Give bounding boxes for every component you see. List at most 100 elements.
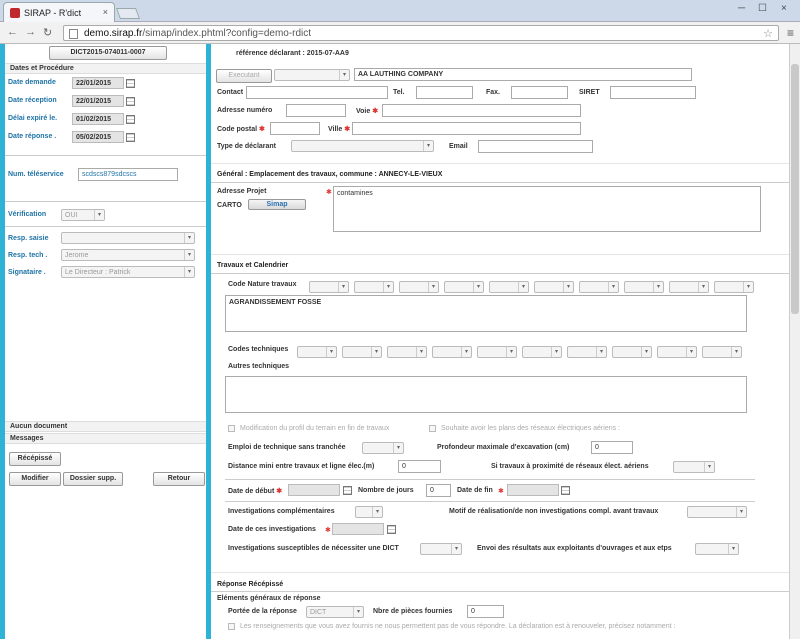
simap-carto-button[interactable]: Simap bbox=[248, 199, 306, 210]
email-input[interactable] bbox=[478, 140, 593, 153]
modif-profil-checkbox[interactable] bbox=[228, 425, 235, 432]
date-reponse-field[interactable]: 05/02/2015 bbox=[72, 131, 124, 143]
autres-techniques-textarea[interactable] bbox=[225, 376, 747, 413]
chevron-down-icon: ▾ bbox=[393, 443, 403, 453]
window-close-icon[interactable]: × bbox=[781, 3, 787, 14]
scrollbar-thumb[interactable] bbox=[791, 64, 799, 314]
chevron-down-icon: ▾ bbox=[339, 70, 349, 80]
dict-id-button[interactable]: DICT2015-074011-0007 bbox=[49, 46, 167, 60]
vertical-scrollbar[interactable] bbox=[789, 44, 800, 639]
note-checkbox[interactable] bbox=[228, 623, 235, 630]
forward-icon[interactable]: → bbox=[25, 26, 36, 38]
adresse-projet-textarea[interactable]: contamines bbox=[333, 186, 761, 232]
code-select[interactable]: ▾ bbox=[432, 346, 472, 358]
code-select[interactable]: ▾ bbox=[399, 281, 439, 293]
ville-input[interactable] bbox=[352, 122, 581, 135]
date-fin-field[interactable] bbox=[507, 484, 559, 496]
motif-select[interactable]: ▾ bbox=[687, 506, 747, 518]
envoi-select[interactable]: ▾ bbox=[695, 543, 739, 555]
date-investigations-field[interactable] bbox=[332, 523, 384, 535]
code-select[interactable]: ▾ bbox=[444, 281, 484, 293]
code-select[interactable]: ▾ bbox=[567, 346, 607, 358]
code-select[interactable]: ▾ bbox=[669, 281, 709, 293]
voie-input[interactable] bbox=[382, 104, 581, 117]
date-fin-label: Date de fin bbox=[457, 487, 493, 494]
calendar-icon[interactable] bbox=[126, 97, 135, 106]
verification-select[interactable]: OUI ▾ bbox=[61, 209, 105, 221]
invest-dict-select[interactable]: ▾ bbox=[420, 543, 462, 555]
maximize-icon[interactable]: ☐ bbox=[758, 3, 767, 14]
signataire-select[interactable]: Le Directeur : Patrick ▾ bbox=[61, 266, 195, 278]
executant-select[interactable]: ▾ bbox=[274, 69, 350, 81]
back-icon[interactable]: ← bbox=[7, 26, 18, 38]
siret-input[interactable] bbox=[610, 86, 696, 99]
modifier-button[interactable]: Modifier bbox=[9, 472, 61, 486]
code-select[interactable]: ▾ bbox=[522, 346, 562, 358]
si-travaux-select[interactable]: ▾ bbox=[673, 461, 715, 473]
url-field[interactable]: demo.sirap.fr/simap/index.phtml?config=d… bbox=[63, 25, 779, 41]
calendar-icon[interactable] bbox=[126, 115, 135, 124]
teleservice-input[interactable]: scdscs879sdcscs bbox=[78, 168, 178, 181]
email-label: Email bbox=[449, 143, 468, 150]
new-tab-button[interactable] bbox=[115, 8, 141, 19]
code-select[interactable]: ▾ bbox=[702, 346, 742, 358]
distance-input[interactable]: 0 bbox=[398, 460, 441, 473]
date-demande-field[interactable]: 22/01/2015 bbox=[72, 77, 124, 89]
code-postal-input[interactable] bbox=[270, 122, 320, 135]
code-select[interactable]: ▾ bbox=[297, 346, 337, 358]
code-select[interactable]: ▾ bbox=[534, 281, 574, 293]
company-input[interactable]: AA LAUTHING COMPANY bbox=[354, 68, 692, 81]
retour-button[interactable]: Retour bbox=[153, 472, 205, 486]
recepisse-button[interactable]: Récépissé bbox=[9, 452, 61, 466]
executant-button[interactable]: Executant bbox=[216, 69, 272, 83]
delai-field[interactable]: 01/02/2015 bbox=[72, 113, 124, 125]
menu-icon[interactable]: ≡ bbox=[787, 26, 794, 40]
code-select[interactable]: ▾ bbox=[342, 346, 382, 358]
chevron-down-icon: ▾ bbox=[653, 282, 663, 292]
calendar-icon[interactable] bbox=[126, 79, 135, 88]
portee-select[interactable]: DICT ▾ bbox=[306, 606, 364, 618]
calendar-icon[interactable] bbox=[561, 486, 570, 495]
profondeur-input[interactable]: 0 bbox=[591, 441, 633, 454]
souhaite-plans-checkbox[interactable] bbox=[429, 425, 436, 432]
messages-header[interactable]: Messages bbox=[5, 433, 206, 444]
nb-jours-input[interactable]: 0 bbox=[426, 484, 451, 497]
emploi-select[interactable]: ▾ bbox=[362, 442, 404, 454]
fax-input[interactable] bbox=[511, 86, 568, 99]
ville-label: Ville ✱ bbox=[328, 126, 351, 133]
code-select[interactable]: ▾ bbox=[624, 281, 664, 293]
aucun-document-header[interactable]: Aucun document bbox=[5, 421, 206, 432]
code-select[interactable]: ▾ bbox=[354, 281, 394, 293]
calendar-icon[interactable] bbox=[387, 525, 396, 534]
nature-textarea[interactable]: AGRANDISSEMENT FOSSE bbox=[225, 295, 747, 332]
code-select[interactable]: ▾ bbox=[579, 281, 619, 293]
adresse-numero-input[interactable] bbox=[286, 104, 346, 117]
calendar-icon[interactable] bbox=[126, 133, 135, 142]
date-debut-field[interactable] bbox=[288, 484, 340, 496]
bookmark-star-icon[interactable]: ☆ bbox=[763, 27, 773, 40]
date-reception-field[interactable]: 22/01/2015 bbox=[72, 95, 124, 107]
dossier-supp-button[interactable]: Dossier supp. bbox=[63, 472, 123, 486]
minimize-icon[interactable]: ─ bbox=[738, 3, 745, 14]
resp-saisie-select[interactable]: ▾ bbox=[61, 232, 195, 244]
code-select[interactable]: ▾ bbox=[612, 346, 652, 358]
tab-close-icon[interactable]: × bbox=[103, 7, 108, 17]
calendar-icon[interactable] bbox=[343, 486, 352, 495]
code-select[interactable]: ▾ bbox=[477, 346, 517, 358]
code-select[interactable]: ▾ bbox=[387, 346, 427, 358]
contact-input[interactable] bbox=[246, 86, 388, 99]
resp-saisie-label: Resp. saisie bbox=[8, 235, 49, 242]
type-declarant-select[interactable]: ▾ bbox=[291, 140, 434, 152]
date-reception-label: Date réception bbox=[8, 97, 57, 104]
code-select[interactable]: ▾ bbox=[657, 346, 697, 358]
nb-pieces-input[interactable]: 0 bbox=[467, 605, 504, 618]
reload-icon[interactable]: ↻ bbox=[43, 26, 52, 39]
resp-tech-select[interactable]: Jerome ▾ bbox=[61, 249, 195, 261]
chevron-down-icon: ▾ bbox=[461, 347, 471, 357]
tel-input[interactable] bbox=[416, 86, 473, 99]
browser-tab[interactable]: SIRAP - R'dict × bbox=[3, 2, 115, 22]
code-select[interactable]: ▾ bbox=[489, 281, 529, 293]
code-select[interactable]: ▾ bbox=[309, 281, 349, 293]
code-select[interactable]: ▾ bbox=[714, 281, 754, 293]
investigations-select[interactable]: ▾ bbox=[355, 506, 383, 518]
